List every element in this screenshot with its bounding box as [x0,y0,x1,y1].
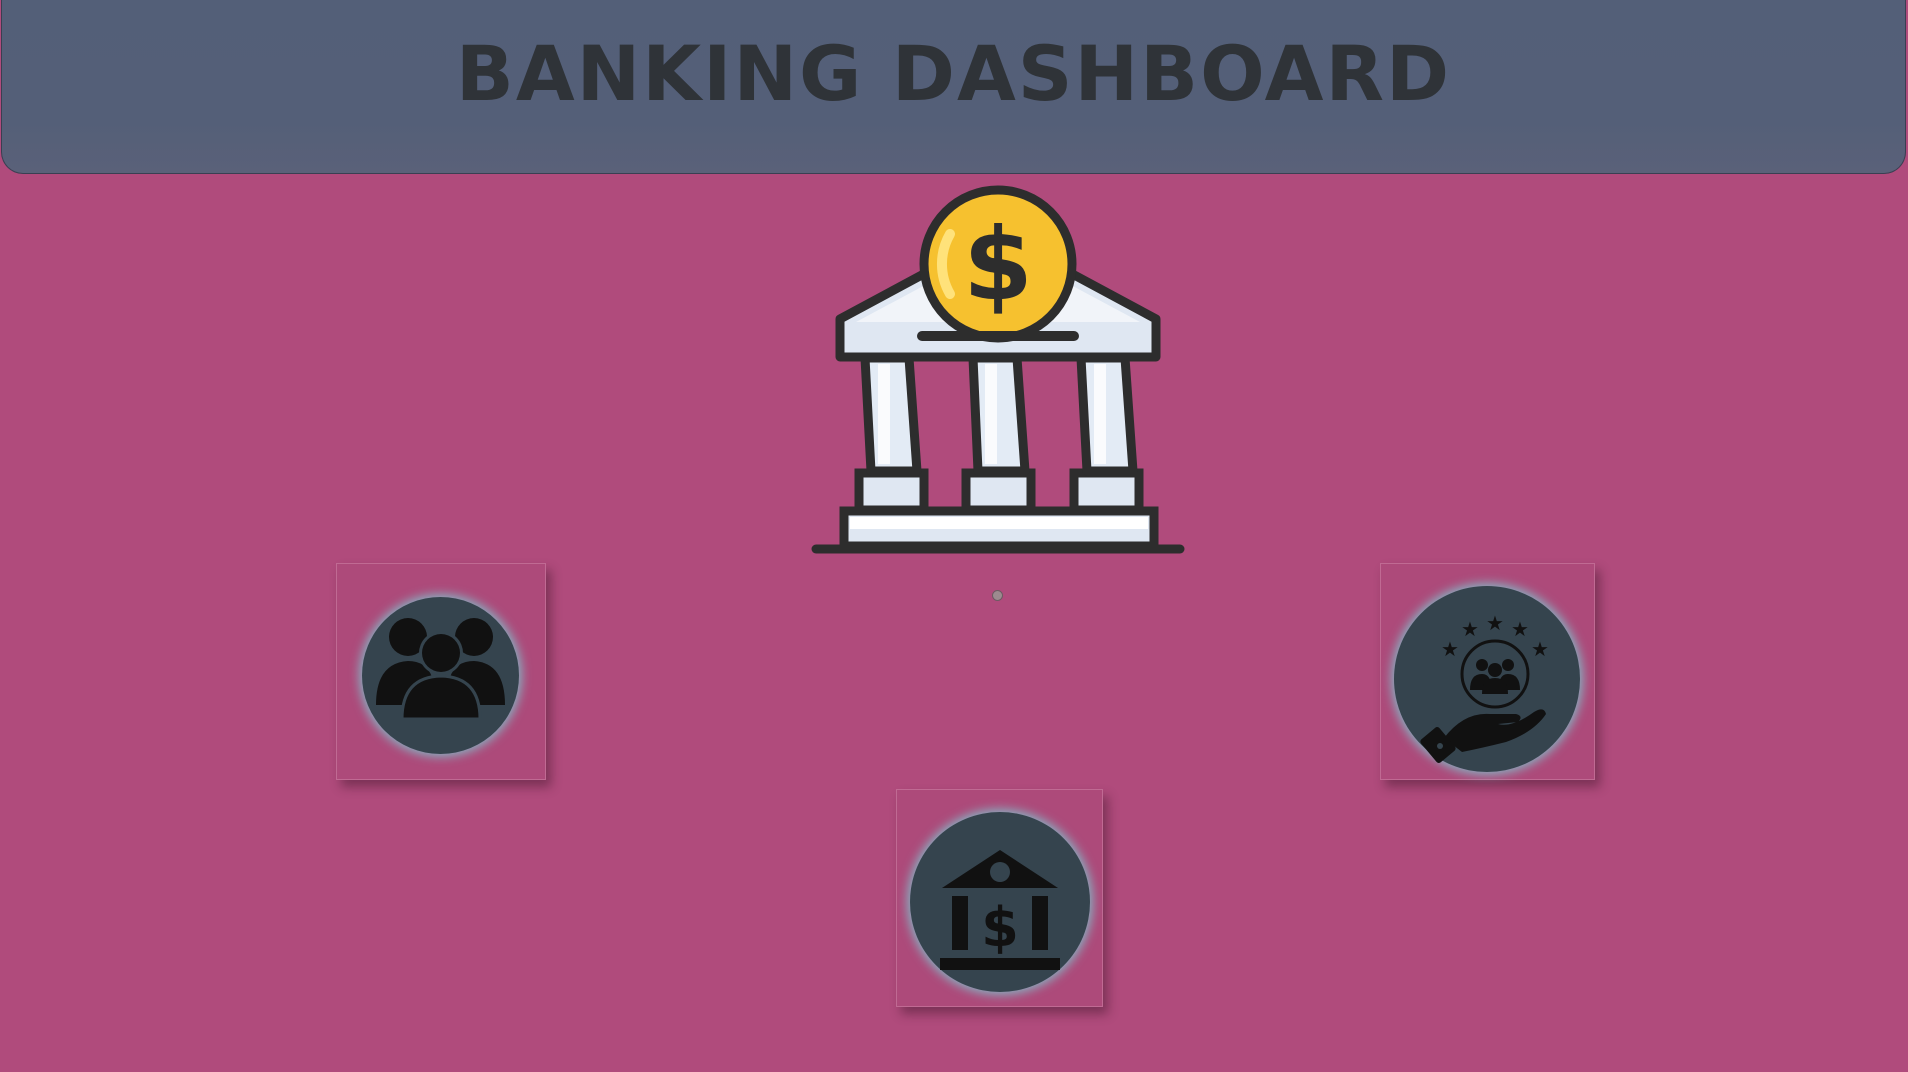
customer-service-hand-stars-icon: ★ ★ ★ ★ ★ [1420,611,1549,763]
customer-service-tile[interactable]: ★ ★ ★ ★ ★ [1380,563,1595,780]
page-title: BANKING DASHBOARD [455,28,1452,118]
svg-text:★: ★ [1531,637,1549,661]
customers-tile[interactable] [336,563,546,780]
svg-text:★: ★ [1461,617,1479,641]
svg-text:★: ★ [1486,611,1504,635]
customers-badge [362,597,519,754]
svg-text:$: $ [981,896,1019,959]
customer-service-badge: ★ ★ ★ ★ ★ [1394,586,1580,772]
mouse-cursor-indicator [992,590,1003,601]
bank-building-dollar-coin-icon: $ [810,182,1186,558]
dashboard-canvas: BANKING DASHBOARD $ $ ★ ★ ★ ★ ★ [0,0,1908,1072]
header-bar: BANKING DASHBOARD [1,0,1906,174]
bank-tile[interactable]: $ [896,789,1103,1007]
svg-text:★: ★ [1511,617,1529,641]
svg-text:$: $ [963,206,1033,323]
svg-text:★: ★ [1441,637,1459,661]
customers-group-icon [376,618,505,721]
bank-badge: $ [910,812,1090,992]
bank-dollar-icon: $ [940,850,1060,970]
